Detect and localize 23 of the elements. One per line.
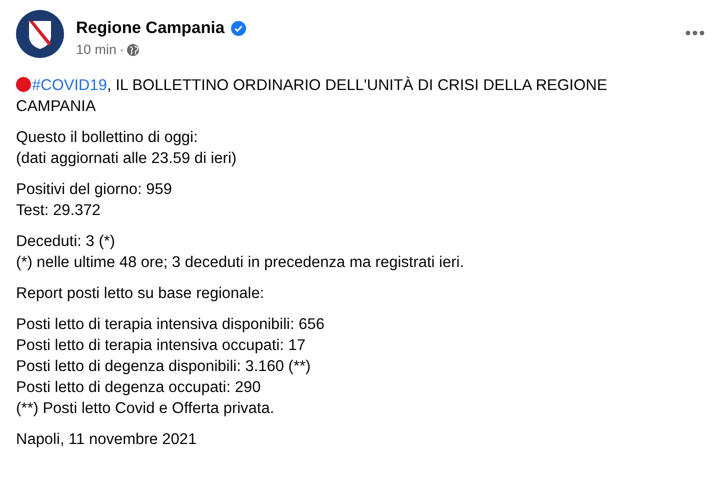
more-icon[interactable] [685, 30, 705, 36]
headline-text: CAMPANIA [16, 98, 96, 115]
post-text: Test: 29.372 [16, 201, 102, 221]
avatar-icon[interactable] [16, 10, 64, 58]
hashtag-link[interactable]: #COVID19 [32, 77, 107, 94]
post-text: (*) nelle ultime 48 ore; 3 deceduti in precedenza ma registrati ieri. [16, 253, 466, 273]
globe-icon[interactable] [127, 44, 140, 56]
post-text: Posti letto di degenza occupati: 290 [16, 378, 262, 398]
post-text: Posti letto di degenza disponibili: 3.160 (**) [16, 357, 312, 377]
circle-emoji-icon [16, 77, 31, 92]
post-text: Posti letto di terapia intensiva disponibili: 656 [16, 315, 326, 335]
post-text: Positivi del giorno: 959 [16, 180, 173, 200]
separator-dot: · [120, 42, 124, 57]
post-text: (**) Posti letto Covid e Offerta privata. [16, 399, 276, 419]
post-text: Questo il bollettino di oggi: [16, 128, 199, 148]
post-text: Napoli, 11 novembre 2021 [16, 430, 198, 450]
post-text: Posti letto di terapia intensiva occupati: 17 [16, 336, 307, 356]
post-text: (dati aggiornati alle 23.59 di ieri) [16, 149, 238, 169]
author-name[interactable]: Regione Campania [76, 19, 225, 38]
headline-text: , IL BOLLETTINO ORDINARIO DELL'UNITÀ DI CRISI DELLA REGIONE [106, 77, 608, 94]
post-text: Report posti letto su base regionale: [16, 284, 266, 304]
post-text: Deceduti: 3 (*) [16, 232, 116, 252]
post-time[interactable]: 10 min [76, 42, 117, 57]
